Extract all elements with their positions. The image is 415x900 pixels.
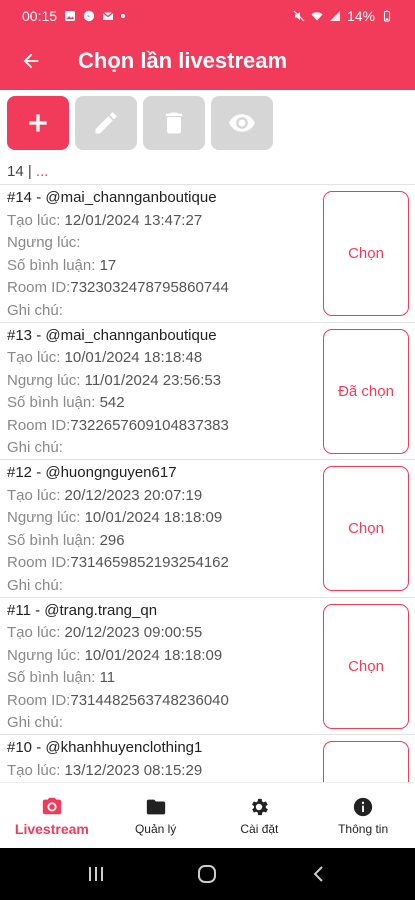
camera-icon [42,797,62,814]
page-title: Chọn lần livestream [78,48,288,73]
chevron-left-icon [313,866,323,882]
room-value: 7322657609104837383 [70,416,229,434]
stopped-value: 11/01/2024 23:56:53 [84,371,222,389]
messenger-icon [83,10,95,22]
room-value: 7323032478795860744 [70,279,229,297]
view-button[interactable] [211,96,273,150]
list-item: #13 - @mai_channganboutique Tạo lúc: 10/… [0,321,415,460]
created-label: Tạo lúc: [7,761,61,779]
arrow-left-icon [23,53,39,69]
system-back-button[interactable] [299,854,339,894]
pencil-icon [95,112,117,134]
trash-icon [165,112,183,134]
selected-button[interactable]: Đã chọn [323,328,409,454]
list-count: 14 | ... [7,163,48,180]
battery-level: 14% [346,8,375,24]
comments-value: 542 [99,394,125,412]
stopped-label: Ngưng lúc: [7,371,81,389]
note-label: Ghi chú: [7,301,63,319]
status-time: 00:15 [22,8,58,24]
room-label: Room ID: [7,691,71,709]
app-bar: Chọn lần livestream [0,32,415,90]
notification-dot [121,14,126,18]
nav-info-label: Thông tin [338,821,389,836]
stopped-value: 10/01/2024 18:18:09 [84,646,223,664]
load-more-link[interactable]: ... [36,163,49,180]
created-value: 20/12/2023 20:07:19 [64,486,203,504]
stopped-label: Ngưng lúc: [7,646,81,664]
created-value: 10/01/2024 18:18:48 [64,349,203,367]
comments-label: Số bình luận: [7,669,96,687]
home-button[interactable] [187,854,227,894]
nav-info[interactable]: Thông tin [311,783,415,848]
stopped-label: Ngưng lúc: [7,234,81,252]
gmail-icon [102,11,114,20]
folder-icon [146,799,165,814]
delete-button[interactable] [143,96,205,150]
created-value: 12/01/2024 13:47:27 [64,211,203,229]
eye-icon [229,114,255,132]
choose-button[interactable]: Chọn [323,603,409,729]
nav-settings-label: Cài đặt [240,821,279,836]
choose-button[interactable]: Chọn [323,191,409,316]
comments-label: Số bình luận: [7,394,96,412]
edit-button[interactable] [75,96,137,150]
comments-label: Số bình luận: [7,531,96,549]
signal-icon [329,11,340,21]
nav-settings[interactable]: Cài đặt [208,783,312,848]
note-label: Ghi chú: [7,576,63,594]
nav-manage-label: Quản lý [134,821,177,836]
nav-livestream[interactable]: Livestream [0,783,104,848]
room-value: 7314482563748236040 [70,691,229,709]
choose-button[interactable]: Chọn [323,466,409,591]
status-bar: 00:15 14% [0,0,415,32]
note-label: Ghi chú: [7,439,63,457]
list-item: #11 - @trang.trang_qn Tạo lúc: 20/12/202… [0,596,415,735]
bottom-navigation: Livestream Quản lý Cài đặt Thông tin [0,782,415,848]
wifi-icon [311,12,323,21]
created-label: Tạo lúc: [7,349,61,367]
info-icon [353,797,373,816]
gear-icon [252,798,269,815]
system-navigation [0,848,415,900]
stopped-label: Ngưng lúc: [7,509,81,527]
recent-apps-icon [88,867,103,881]
created-value: 13/12/2023 08:15:29 [64,761,203,779]
stopped-value: 10/01/2024 18:18:09 [84,509,223,527]
battery-icon [383,10,391,22]
nav-manage[interactable]: Quản lý [104,783,208,848]
status-right: 14% [293,8,393,24]
add-button[interactable] [7,96,69,150]
livestream-list[interactable]: #14 - @mai_channganboutique Tạo lúc: 12/… [0,184,415,782]
back-button[interactable] [0,32,62,90]
created-label: Tạo lúc: [7,486,61,504]
created-label: Tạo lúc: [7,624,61,642]
plus-icon [29,114,47,132]
created-label: Tạo lúc: [7,211,61,229]
nav-livestream-label: Livestream [14,820,89,837]
created-value: 20/12/2023 09:00:55 [64,624,203,642]
list-item: #12 - @huongnguyen617 Tạo lúc: 20/12/202… [0,459,415,597]
list-item: #10 - @khanhhuyenclothing1 Tạo lúc: 13/1… [0,734,415,782]
comments-label: Số bình luận: [7,256,96,274]
comments-value: 17 [99,256,117,274]
room-value: 7314659852193254162 [70,554,229,572]
room-label: Room ID: [7,416,71,434]
note-label: Ghi chú: [7,714,63,732]
room-label: Room ID: [7,279,71,297]
list-item: #14 - @mai_channganboutique Tạo lúc: 12/… [0,184,415,322]
comments-value: 11 [99,669,116,687]
list-count-value: 14 | [7,163,32,180]
room-label: Room ID: [7,554,71,572]
home-icon [198,865,217,883]
choose-button[interactable] [323,741,409,782]
action-toolbar [7,96,273,150]
comments-value: 296 [99,531,125,549]
status-left: 00:15 [22,8,126,24]
recent-apps-button[interactable] [76,854,116,894]
mute-icon [293,10,305,22]
gallery-icon [65,11,76,21]
